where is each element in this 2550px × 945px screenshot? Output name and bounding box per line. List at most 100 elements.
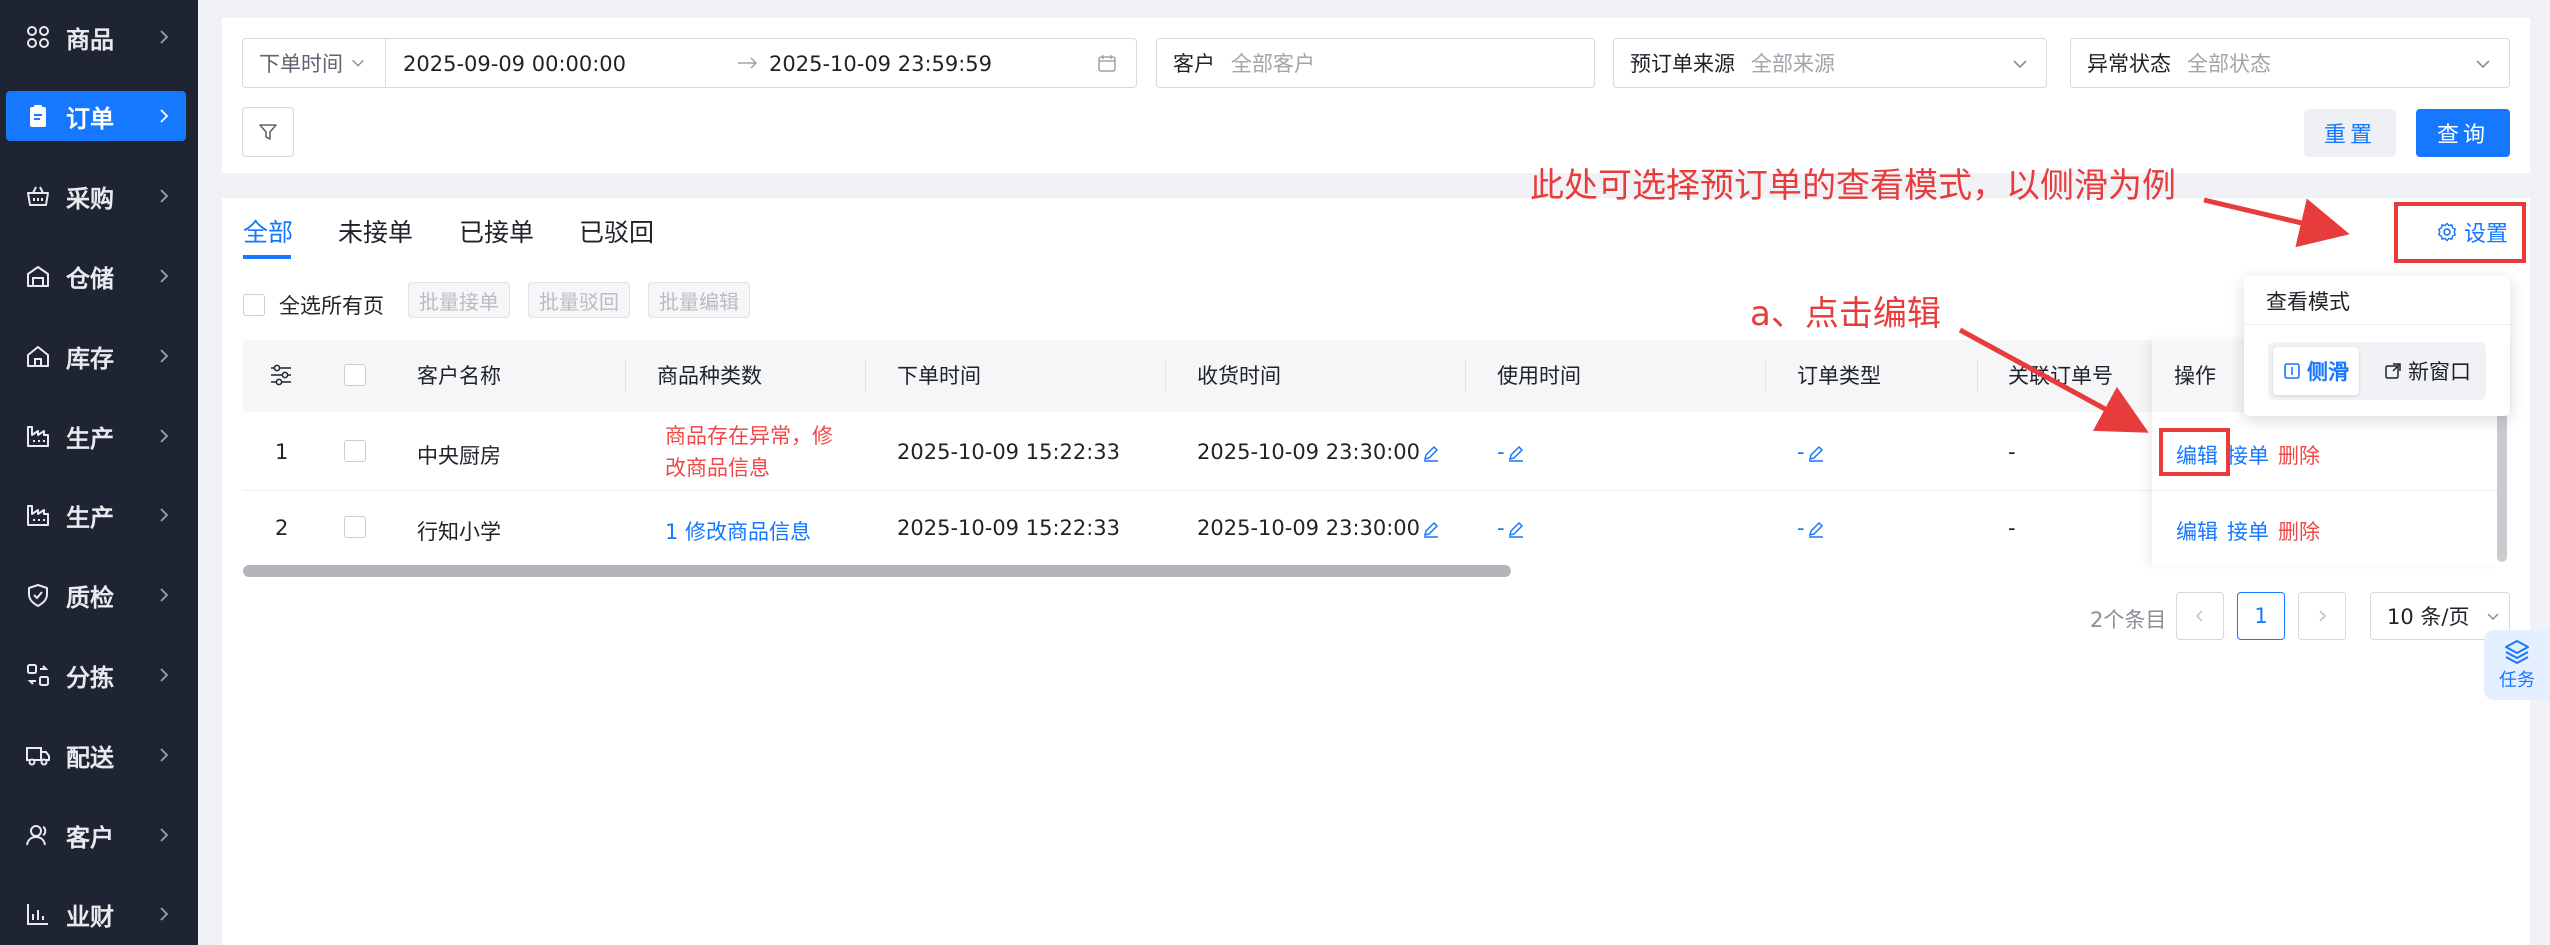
settings-highlight-box [2394,202,2526,263]
sidebar-item-5[interactable]: 生产 [6,411,186,461]
th-related-order: 关联订单号 [2008,364,2113,388]
use-time: - [1497,516,1505,540]
shield-icon [24,581,52,609]
column-divider [625,358,626,392]
sidebar-item-label: 质检 [66,583,114,612]
delete-button[interactable]: 删除 [2278,516,2320,546]
pencil-icon[interactable] [1422,444,1440,462]
pencil-icon[interactable] [1507,444,1525,462]
next-page-button[interactable] [2298,592,2346,640]
abnormal-status-placeholder: 全部状态 [2187,52,2271,76]
tab-rejected[interactable]: 已驳回 [579,213,654,249]
order-time: 2025-10-09 15:22:33 [897,440,1121,464]
batch-edit-button[interactable]: 批量编辑 [648,282,750,318]
chevron-down-icon [2013,60,2027,69]
receive-time: 2025-10-09 23:30:00 [1197,516,1421,540]
sidebar-item-9[interactable]: 配送 [6,730,186,780]
sidebar: 商品 订单 采购 仓储 库存 生产 生产 质检 分拣 配送 客户 业财 [0,0,198,945]
sort-icon [24,661,52,689]
date-range-picker[interactable]: 2025-09-09 00:00:00 2025-10-09 23:59:59 [385,38,1137,88]
pencil-icon[interactable] [1422,520,1440,538]
user-icon [24,821,52,849]
factory-icon [24,422,52,450]
batch-accept-button[interactable]: 批量接单 [408,282,510,318]
th-order-type: 订单类型 [1797,364,1881,388]
row-checkbox[interactable] [344,440,366,462]
sidebar-item-3[interactable]: 仓储 [6,251,186,301]
goods-abnormal-link[interactable]: 商品存在异常，修 改商品信息 [665,420,865,484]
view-mode-new-window[interactable]: 新窗口 [2374,347,2481,395]
th-use-time: 使用时间 [1497,364,1581,388]
prev-page-button[interactable] [2176,592,2224,640]
goods-abnormal-line2: 改商品信息 [665,456,770,480]
view-mode-segmented: 侧滑 新窗口 [2268,342,2486,400]
tab-accepted[interactable]: 已接单 [459,213,534,249]
sidebar-item-2[interactable]: 采购 [6,171,186,221]
order-source-select[interactable]: 预订单来源 全部来源 [1613,38,2047,88]
column-divider [865,358,866,392]
abnormal-status-select[interactable]: 异常状态 全部状态 [2070,38,2510,88]
receive-time: 2025-10-09 23:30:00 [1197,440,1421,464]
date-start[interactable]: 2025-09-09 00:00:00 [403,52,626,76]
chevron-right-icon [160,748,169,762]
tab-not-accepted[interactable]: 未接单 [338,213,413,249]
advanced-filter-button[interactable] [242,107,294,157]
sidebar-item-4[interactable]: 库存 [6,331,186,381]
row-checkbox[interactable] [344,516,366,538]
edit-button[interactable]: 编辑 [2176,516,2218,546]
chevron-down-icon [352,59,364,67]
sidebar-item-7[interactable]: 质检 [6,570,186,620]
sidebar-item-label: 仓储 [66,264,114,293]
th-goods-count: 商品种类数 [657,364,762,388]
pencil-icon[interactable] [1807,520,1825,538]
task-float-button[interactable]: 任务 [2484,630,2550,700]
accept-button[interactable]: 接单 [2227,516,2269,546]
accept-button[interactable]: 接单 [2227,440,2269,470]
column-divider [1165,358,1166,392]
batch-reject-button[interactable]: 批量驳回 [528,282,630,318]
sidebar-item-label: 配送 [66,743,114,772]
sidebar-item-1[interactable]: 订单 [6,91,186,141]
order-type-cell[interactable]: - [1797,440,1825,464]
query-button[interactable]: 查询 [2416,109,2510,157]
order-time: 2025-10-09 15:22:33 [897,516,1121,540]
sidebar-item-11[interactable]: 业财 [6,889,186,939]
reset-button[interactable]: 重置 [2304,109,2396,157]
sidebar-item-8[interactable]: 分拣 [6,650,186,700]
use-time-cell[interactable]: - [1497,516,1525,540]
select-all-checkbox[interactable] [243,294,265,316]
sidebar-item-0[interactable]: 商品 [6,12,186,62]
sidebar-item-6[interactable]: 生产 [6,490,186,540]
date-type-select[interactable]: 下单时间 [242,38,386,88]
select-all-pages[interactable]: 全选所有页 [243,290,384,320]
clipboard-icon [24,102,52,130]
order-source-label: 预订单来源 [1630,52,1735,76]
pencil-icon[interactable] [1507,520,1525,538]
delete-button[interactable]: 删除 [2278,440,2320,470]
chevron-right-icon [160,668,169,682]
slide-panel-icon [2284,363,2300,379]
sidebar-item-label: 商品 [66,25,114,54]
customer-select[interactable]: 客户 全部客户 [1156,38,1595,88]
use-time-cell[interactable]: - [1497,440,1525,464]
goods-link[interactable]: 1 修改商品信息 [665,516,811,546]
tab-all[interactable]: 全部 [243,213,293,249]
abnormal-status-label: 异常状态 [2087,52,2171,76]
row-divider [243,490,2153,491]
task-float-label: 任务 [2499,670,2535,691]
column-settings-icon[interactable] [268,362,294,388]
date-end[interactable]: 2025-10-09 23:59:59 [769,52,992,76]
sidebar-item-label: 分拣 [66,663,114,692]
page-number-button[interactable]: 1 [2237,592,2285,640]
chevron-right-icon [160,30,169,44]
truck-icon [24,741,52,769]
order-type-cell[interactable]: - [1797,516,1825,540]
horizontal-scrollbar[interactable] [243,565,1511,577]
header-checkbox[interactable] [344,364,366,386]
view-mode-slide[interactable]: 侧滑 [2273,347,2359,395]
chevron-right-icon [160,269,169,283]
sidebar-item-10[interactable]: 客户 [6,810,186,860]
related-order: - [2008,516,2016,540]
pencil-icon[interactable] [1807,444,1825,462]
house-icon [24,342,52,370]
